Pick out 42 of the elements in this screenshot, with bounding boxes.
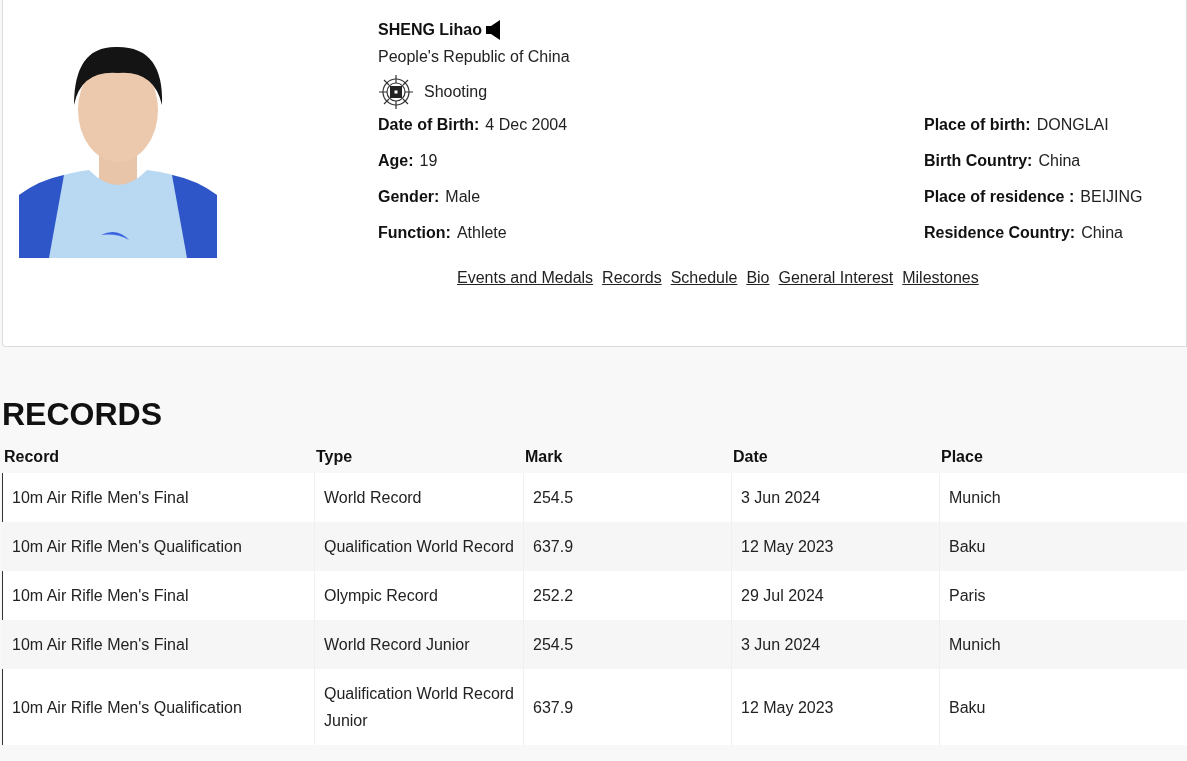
athlete-name: SHENG Lihao [378, 20, 482, 40]
country-name: People's Republic of China [378, 47, 571, 67]
fact-label: Residence Country: [924, 223, 1076, 243]
table-cell-text: Baku [948, 697, 987, 718]
fact-value: Athlete [456, 223, 507, 243]
fact-label: Date of Birth: [378, 115, 480, 135]
table-cell: Qualification World Record Junior [315, 669, 524, 745]
section-link[interactable]: General Interest [778, 266, 894, 290]
target-icon [378, 74, 414, 110]
fact-value: Male [445, 187, 481, 207]
table-cell-text: Paris [948, 586, 987, 606]
sport-name: Shooting [424, 82, 488, 102]
column-header: Type [316, 448, 353, 465]
fact-label: Gender: [378, 187, 440, 207]
fact-label: Function: [378, 223, 451, 243]
section-heading: RECORDS [2, 395, 163, 433]
table-cell: 12 May 2023 [732, 669, 940, 745]
fact-label: Place of birth: [924, 115, 1031, 135]
column-header: Place [941, 448, 983, 465]
fact-label: Place of residence : [924, 187, 1075, 207]
section-link[interactable]: Bio [746, 266, 770, 290]
section-link[interactable]: Records [602, 266, 662, 290]
fact-value: 19 [419, 151, 438, 171]
section-link[interactable]: Schedule [670, 266, 738, 290]
table-cell: 637.9 [524, 669, 732, 745]
fact-value: BEIJING [1080, 187, 1143, 207]
section-link[interactable]: Milestones [902, 266, 979, 290]
section-link[interactable]: Events and Medals [457, 266, 594, 290]
table-cell-text: Baku [948, 537, 987, 557]
column-header: Record [4, 448, 60, 465]
speaker-icon[interactable] [486, 20, 502, 40]
column-header: Date [733, 448, 768, 465]
fact-value: China [1038, 151, 1081, 171]
fact-label: Age: [378, 151, 414, 171]
fact-value: China [1081, 223, 1123, 243]
table-cell-text: Munich [948, 488, 1002, 508]
column-header: Mark [525, 448, 563, 465]
table-cell: 10m Air Rifle Men's Qualification [3, 669, 315, 745]
fact-value: DONGLAI [1036, 115, 1109, 135]
fact-value: 4 Dec 2004 [485, 115, 568, 135]
fact-label: Birth Country: [924, 151, 1033, 171]
table-cell-text: Munich [948, 635, 1002, 655]
